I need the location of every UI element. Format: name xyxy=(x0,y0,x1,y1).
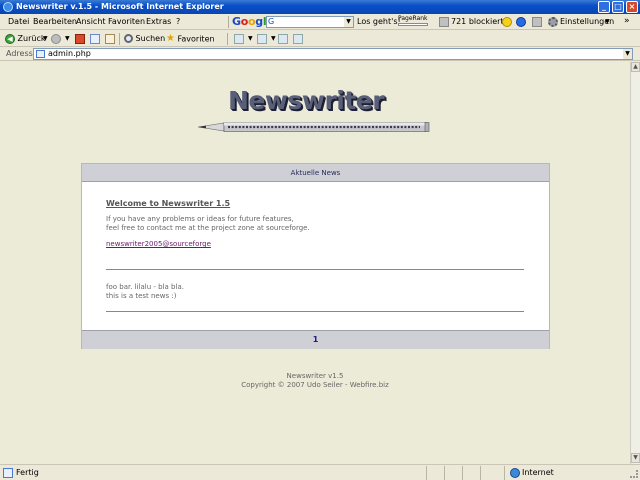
toolbar-separator xyxy=(227,33,228,45)
toolbar-separator xyxy=(228,16,229,28)
maximize-button[interactable]: □ xyxy=(612,1,624,13)
divider xyxy=(106,269,524,270)
popup-blocker-icon xyxy=(439,17,449,27)
back-dropdown-icon[interactable]: ▼ xyxy=(43,34,48,44)
refresh-icon[interactable] xyxy=(90,34,100,44)
print-icon[interactable] xyxy=(278,34,288,44)
scroll-down-icon[interactable]: ▼ xyxy=(631,453,640,463)
menu-datei[interactable]: Datei xyxy=(8,17,29,27)
page-content: Newswriter Aktuelle News Welcome to News… xyxy=(0,62,630,464)
menu-help[interactable]: ? xyxy=(176,17,180,27)
smiley-icon[interactable] xyxy=(502,17,512,27)
mail-icon[interactable] xyxy=(257,34,267,44)
search-icon xyxy=(124,34,133,43)
toolbar-options-icon[interactable]: » xyxy=(624,16,630,26)
menu-bar: Datei Bearbeiten Ansicht Favoriten Extra… xyxy=(0,14,640,30)
divider xyxy=(106,311,524,312)
newswriter-logo: Newswriter xyxy=(228,86,385,115)
menu-ansicht[interactable]: Ansicht xyxy=(76,17,106,27)
resize-grip[interactable] xyxy=(630,470,638,478)
news-body-line: If you have any problems or ideas for fu… xyxy=(106,215,294,223)
history-dropdown-icon[interactable]: ▼ xyxy=(248,34,253,44)
news-body-line: feel free to contact me at the project z… xyxy=(106,224,310,232)
page-icon xyxy=(3,468,13,478)
scroll-up-icon[interactable]: ▲ xyxy=(631,62,640,72)
back-arrow-icon: ◀ xyxy=(5,33,15,44)
ie-icon[interactable] xyxy=(3,2,13,12)
home-icon[interactable] xyxy=(105,34,115,44)
popups-blocked-count[interactable]: 721 blockiert xyxy=(451,17,504,27)
search-label: Suchen xyxy=(135,34,166,43)
page-link-1[interactable]: 1 xyxy=(313,335,319,344)
google-search-input[interactable]: G ▼ xyxy=(266,16,354,28)
status-cell xyxy=(426,466,444,480)
standard-toolbar: ◀ Zurück ▼ ▼ Suchen ★ Favoriten ▼ ▼ xyxy=(0,31,640,47)
back-label: Zurück xyxy=(17,34,46,43)
favorites-button[interactable]: ★ Favoriten xyxy=(166,33,215,45)
toolbar-separator xyxy=(119,33,120,45)
back-button[interactable]: ◀ Zurück xyxy=(5,33,46,45)
page-icon xyxy=(36,50,45,58)
menu-extras[interactable]: Extras xyxy=(146,17,171,27)
settings-dropdown-icon[interactable]: ▼ xyxy=(605,17,610,27)
news-title: Welcome to Newswriter 1.5 xyxy=(106,199,231,208)
minimize-button[interactable]: _ xyxy=(598,1,610,13)
status-cell xyxy=(462,466,480,480)
google-search-prefix: G xyxy=(268,17,275,26)
pagerank-label: PageRank xyxy=(398,15,428,22)
zone-label: Internet xyxy=(522,468,554,477)
address-value: admin.php xyxy=(48,49,91,58)
footer-copyright: Copyright © 2007 Udo Seiler - Webfire.bi… xyxy=(241,381,389,389)
stop-icon[interactable] xyxy=(75,34,85,44)
address-bar: Adresse admin.php ▼ xyxy=(0,47,640,61)
gear-icon[interactable] xyxy=(548,17,558,27)
mail-dropdown-icon[interactable]: ▼ xyxy=(271,34,276,44)
star-icon: ★ xyxy=(166,33,175,44)
autofill-icon[interactable] xyxy=(532,17,542,27)
news-panel: Aktuelle News Welcome to Newswriter 1.5 … xyxy=(81,163,550,349)
status-cell xyxy=(444,466,462,480)
status-bar: Fertig Internet xyxy=(0,464,640,480)
close-button[interactable]: × xyxy=(626,1,638,13)
forward-icon[interactable] xyxy=(51,34,61,44)
address-input[interactable]: admin.php ▼ xyxy=(33,48,633,60)
search-button[interactable]: Suchen xyxy=(124,33,165,45)
chevron-down-icon[interactable]: ▼ xyxy=(623,49,632,59)
chevron-down-icon[interactable]: ▼ xyxy=(344,17,353,27)
forward-dropdown-icon[interactable]: ▼ xyxy=(65,34,70,44)
panel-header: Aktuelle News xyxy=(82,164,549,182)
news-body-line: this is a test news :) xyxy=(106,292,177,300)
favorites-label: Favoriten xyxy=(177,34,215,44)
news-body-line: foo bar. lilalu - bla bla. xyxy=(106,283,184,291)
window-title: Newswriter v.1.5 - Microsoft Internet Ex… xyxy=(16,2,224,11)
edit-icon[interactable] xyxy=(293,34,303,44)
title-bar: Newswriter v.1.5 - Microsoft Internet Ex… xyxy=(0,0,640,14)
footer-version: Newswriter v1.5 xyxy=(286,372,344,380)
status-text: Fertig xyxy=(16,468,39,477)
menu-bearbeiten[interactable]: Bearbeiten xyxy=(33,17,77,27)
status-cell xyxy=(480,466,498,480)
history-icon[interactable] xyxy=(234,34,244,44)
pencil-icon xyxy=(198,122,430,132)
panel-title: Aktuelle News xyxy=(290,169,341,177)
google-go-button[interactable]: Los geht's! xyxy=(357,17,401,27)
vertical-scrollbar[interactable]: ▲ ▼ xyxy=(630,62,640,464)
pagination-bar: 1 xyxy=(82,330,549,349)
contact-email-link[interactable]: newswriter2005@sourceforge xyxy=(106,240,211,248)
pagerank-meter[interactable]: PageRank xyxy=(398,16,434,28)
globe-icon xyxy=(510,468,520,478)
pagerank-bar xyxy=(398,23,428,26)
menu-favoriten[interactable]: Favoriten xyxy=(108,17,145,27)
blog-icon[interactable] xyxy=(516,17,526,27)
